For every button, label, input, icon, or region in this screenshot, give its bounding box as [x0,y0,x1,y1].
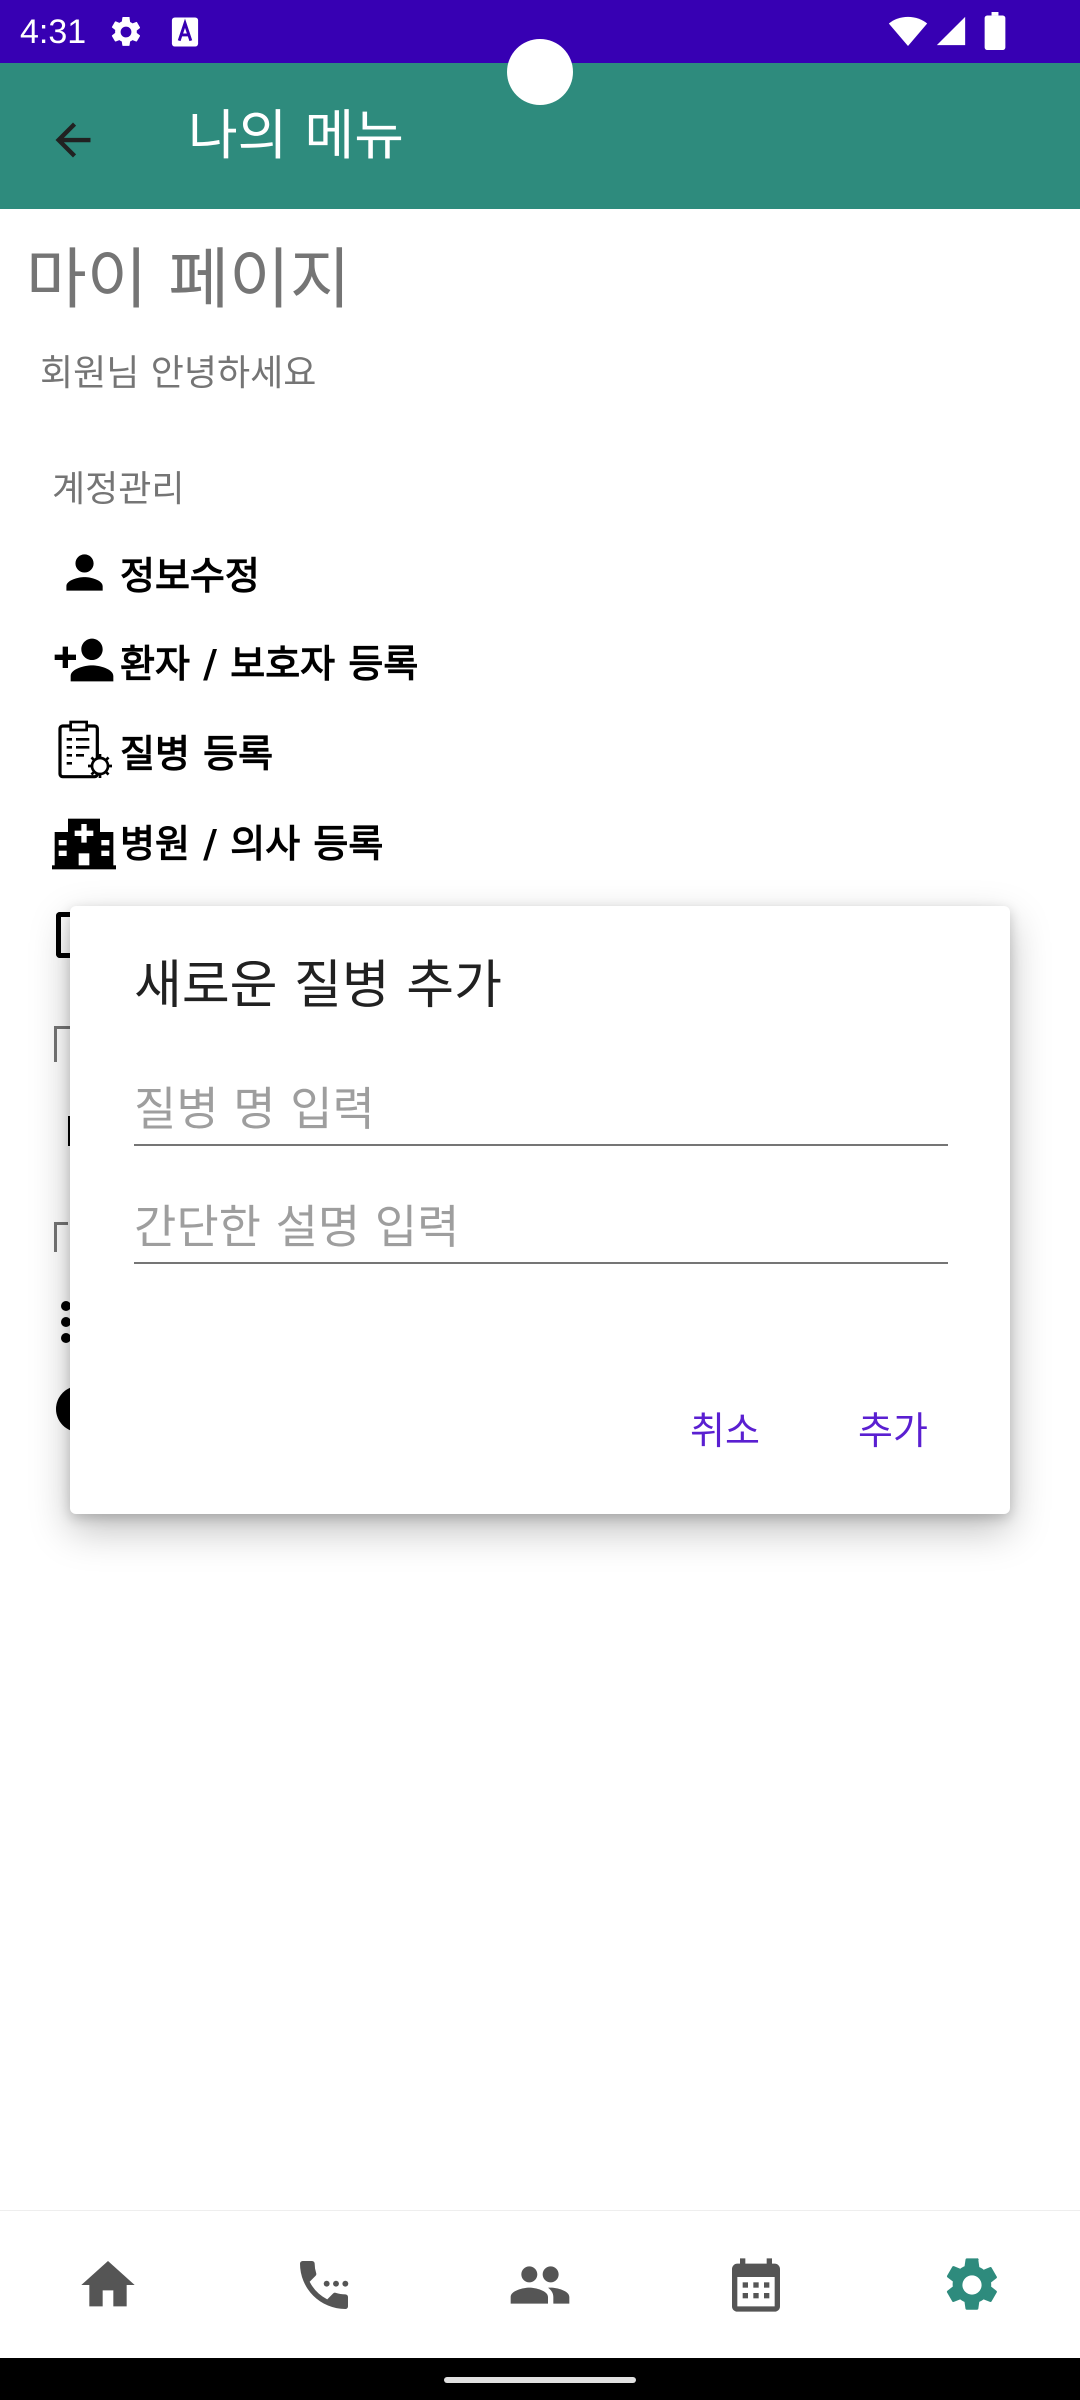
disease-description-input[interactable] [134,1192,948,1264]
gesture-handle[interactable] [444,2377,636,2383]
a-icon [171,17,199,47]
menu-item-edit-info[interactable]: 정보수정 [52,540,260,604]
disease-name-input[interactable] [134,1074,948,1146]
page-title: 마이 페이지 [26,241,351,318]
cancel-button[interactable]: 취소 [690,1406,760,1456]
arrow-back-icon[interactable] [38,105,108,175]
menu-item-label: 환자 / 보호자 등록 [120,641,419,686]
menu-item-register-hospital[interactable]: 병원 / 의사 등록 [52,808,383,872]
hospital-icon [52,818,116,870]
home-icon[interactable] [76,2253,140,2317]
hidden-section-label-fragment [54,1222,68,1252]
people-icon[interactable] [508,2253,572,2317]
dialog-title: 새로운 질병 추가 [134,956,502,1016]
camera-cutout [507,39,573,105]
phone-icon[interactable] [292,2253,356,2317]
account-section-label: 계정관리 [52,469,185,510]
settings-icon[interactable] [940,2253,1004,2317]
hidden-section-label-fragment [54,1026,70,1062]
battery-icon [984,12,1006,50]
greeting-text: 회원님 안녕하세요 [40,353,317,394]
add-button[interactable]: 추가 [858,1406,928,1456]
gesture-bar [0,2358,1080,2400]
person-icon [66,554,103,591]
wifi-icon [888,16,928,46]
settings-icon [111,16,141,46]
status-time: 4:31 [20,13,87,51]
menu-item-register-patient[interactable]: 환자 / 보호자 등록 [52,628,418,692]
menu-item-label: 병원 / 의사 등록 [120,821,384,866]
menu-item-label: 질병 등록 [120,731,274,776]
bottom-navigation [0,2210,1080,2359]
add-disease-dialog: 새로운 질병 추가 취소 추가 [70,906,1010,1514]
person-add-icon [54,638,114,682]
signal-icon [936,16,966,46]
clipboard-virus-icon [58,720,112,779]
calendar-icon[interactable] [724,2253,788,2317]
menu-item-label: 정보수정 [120,553,260,598]
menu-item-register-disease[interactable]: 질병 등록 [52,718,273,782]
app-title: 나의 메뉴 [188,104,404,167]
